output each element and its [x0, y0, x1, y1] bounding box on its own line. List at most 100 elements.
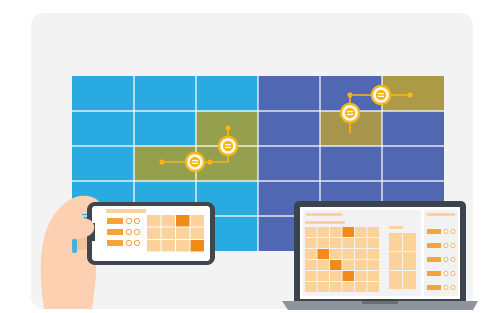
- phone-grid-cell: [147, 215, 161, 227]
- node-core: [375, 89, 387, 101]
- laptop-grid-cell: [403, 233, 416, 251]
- laptop-header-bar: [306, 213, 342, 216]
- wall-tile: [134, 111, 196, 146]
- node-bar: [225, 146, 231, 148]
- phone-grid-cell: [161, 240, 175, 252]
- phone-list-bar: [107, 218, 123, 224]
- phone-grid-cell: [176, 227, 190, 239]
- wall-tile: [258, 76, 320, 111]
- node-core: [189, 156, 201, 168]
- wall-tile: [72, 76, 134, 111]
- laptop-grid-cell: [367, 282, 379, 292]
- node-core: [222, 140, 234, 152]
- laptop-grid-cell: [305, 238, 317, 248]
- wall-tile: [196, 76, 258, 111]
- wall-tile: [72, 111, 134, 146]
- laptop-grid-cell: [342, 227, 354, 237]
- phone-list-bar: [107, 229, 123, 235]
- laptop-grid-cell: [355, 260, 367, 270]
- laptop-list-bar: [427, 229, 441, 234]
- thumb-nail: [72, 239, 77, 253]
- node-bar: [378, 95, 384, 97]
- laptop-grid-cell: [330, 260, 342, 270]
- laptop-grid-cell: [342, 271, 354, 281]
- wall-tile: [134, 76, 196, 111]
- laptop-grid-cell: [342, 238, 354, 248]
- phone-list-bar: [107, 240, 123, 246]
- wall-tile: [72, 146, 134, 181]
- equals-circle-icon: [217, 135, 239, 157]
- laptop-grid-cell: [389, 252, 402, 270]
- phone-list-dot: [125, 217, 133, 225]
- phone-header-bar: [106, 209, 146, 213]
- laptop-grid-cell: [367, 260, 379, 270]
- phone-grid-cell: [190, 227, 204, 239]
- laptop-grid-cell: [355, 271, 367, 281]
- laptop-grid-cell: [355, 249, 367, 259]
- laptop-list-dot: [443, 243, 449, 248]
- wall-tile: [382, 76, 444, 111]
- laptop-grid-cell: [317, 249, 329, 259]
- laptop-grid-cell: [342, 249, 354, 259]
- wall-tile: [382, 111, 444, 146]
- node-bar: [225, 144, 231, 146]
- laptop-grid-cell: [367, 238, 379, 248]
- laptop-grid-label: [389, 226, 403, 229]
- laptop-sidebar: [424, 210, 458, 296]
- laptop-grid-cell: [317, 271, 329, 281]
- equals-circle-icon: [339, 102, 361, 124]
- laptop-grid-cell: [403, 271, 416, 289]
- laptop-grid-cell: [305, 271, 317, 281]
- laptop-grid-cell: [305, 260, 317, 270]
- phone-list-dot: [133, 239, 141, 247]
- laptop-grid-cell: [342, 260, 354, 270]
- phone-grid-cell: [161, 227, 175, 239]
- equals-circle-icon: [370, 84, 392, 106]
- phone-list-dot: [133, 217, 141, 225]
- phone-grid-cell: [176, 240, 190, 252]
- laptop-list-dot: [443, 285, 449, 290]
- laptop-grid-cell: [403, 252, 416, 270]
- phone-grid-cell: [190, 215, 204, 227]
- laptop-grid-cell: [389, 271, 402, 289]
- node-bar: [192, 160, 198, 162]
- laptop-grid-label: [305, 221, 345, 224]
- phone-grid-cell: [176, 215, 190, 227]
- node-core: [344, 107, 356, 119]
- laptop-list-dot: [450, 271, 456, 276]
- laptop-list-dot: [450, 285, 456, 290]
- laptop-list-bar: [427, 285, 441, 290]
- wall-tile: [258, 111, 320, 146]
- laptop-base-notch: [362, 301, 398, 304]
- laptop-grid-cell: [305, 227, 317, 237]
- laptop-sidebar-header: [427, 213, 455, 216]
- laptop-grid-cell: [355, 227, 367, 237]
- laptop-grid-cell: [330, 282, 342, 292]
- wall-tile: [382, 146, 444, 181]
- laptop-grid-cell: [355, 238, 367, 248]
- laptop-list-bar: [427, 243, 441, 248]
- laptop-grid-cell: [367, 227, 379, 237]
- laptop-grid-cell: [317, 282, 329, 292]
- laptop-list-dot: [443, 229, 449, 234]
- node-bar: [378, 93, 384, 95]
- laptop-list-dot: [450, 229, 456, 234]
- laptop-list-dot: [450, 257, 456, 262]
- node-bar: [347, 111, 353, 113]
- laptop-grid-cell: [317, 260, 329, 270]
- phone-grid-cell: [161, 215, 175, 227]
- laptop-grid-cell: [330, 238, 342, 248]
- laptop-grid-cell: [305, 249, 317, 259]
- laptop-grid-cell: [367, 271, 379, 281]
- laptop-grid-cell: [305, 282, 317, 292]
- connector-dot-icon: [225, 125, 231, 131]
- laptop-grid-cell: [330, 271, 342, 281]
- node-bar: [347, 113, 353, 115]
- node-bar: [192, 162, 198, 164]
- phone-list-dot: [125, 228, 133, 236]
- laptop-list-bar: [427, 271, 441, 276]
- phone-grid-cell: [190, 240, 204, 252]
- laptop-grid-cell: [389, 233, 402, 251]
- laptop-list-dot: [443, 257, 449, 262]
- laptop-list-bar: [427, 257, 441, 262]
